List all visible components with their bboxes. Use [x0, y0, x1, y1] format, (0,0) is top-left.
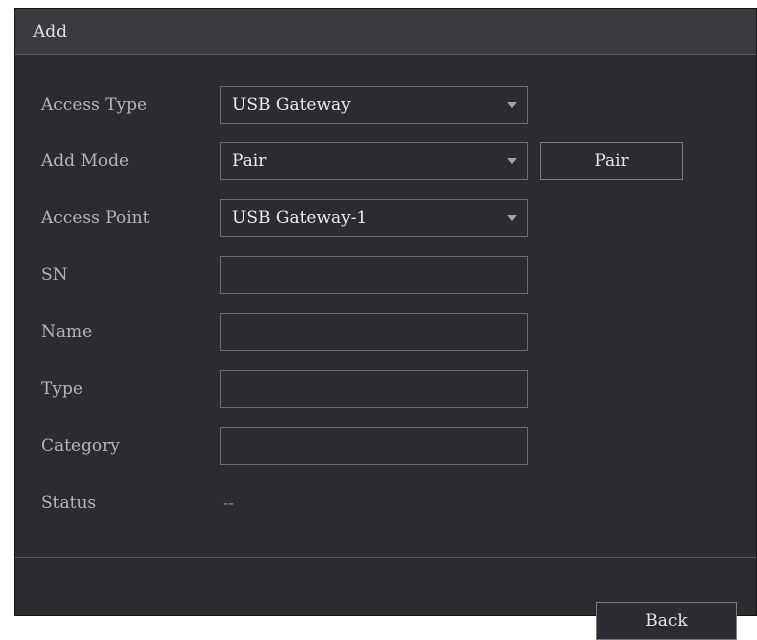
sn-label: SN: [41, 265, 68, 285]
access-type-value: USB Gateway: [232, 95, 351, 115]
add-mode-select[interactable]: Pair: [220, 142, 528, 180]
chevron-down-icon: [507, 158, 517, 164]
add-dialog: Add Access Type USB Gateway Add Mode Pai…: [14, 8, 757, 640]
chevron-down-icon: [507, 215, 517, 221]
category-field[interactable]: [220, 427, 528, 465]
type-field[interactable]: [220, 370, 528, 408]
back-button[interactable]: Back: [596, 602, 737, 640]
access-point-select[interactable]: USB Gateway-1: [220, 199, 528, 237]
add-mode-label: Add Mode: [41, 151, 130, 171]
pair-button[interactable]: Pair: [540, 142, 683, 180]
access-point-value: USB Gateway-1: [232, 208, 368, 228]
type-label: Type: [41, 379, 83, 399]
status-value: --: [223, 493, 234, 512]
name-field[interactable]: [220, 313, 528, 351]
access-type-select[interactable]: USB Gateway: [220, 86, 528, 124]
category-label: Category: [41, 436, 120, 456]
dialog-title: Add: [33, 22, 68, 42]
add-mode-value: Pair: [232, 151, 267, 171]
chevron-down-icon: [507, 102, 517, 108]
footer-divider: [15, 557, 756, 558]
sn-field[interactable]: [220, 256, 528, 294]
dialog-titlebar: Add: [15, 9, 756, 55]
access-type-label: Access Type: [41, 95, 148, 115]
access-point-label: Access Point: [41, 208, 150, 228]
status-label: Status: [41, 493, 97, 513]
name-label: Name: [41, 322, 93, 342]
